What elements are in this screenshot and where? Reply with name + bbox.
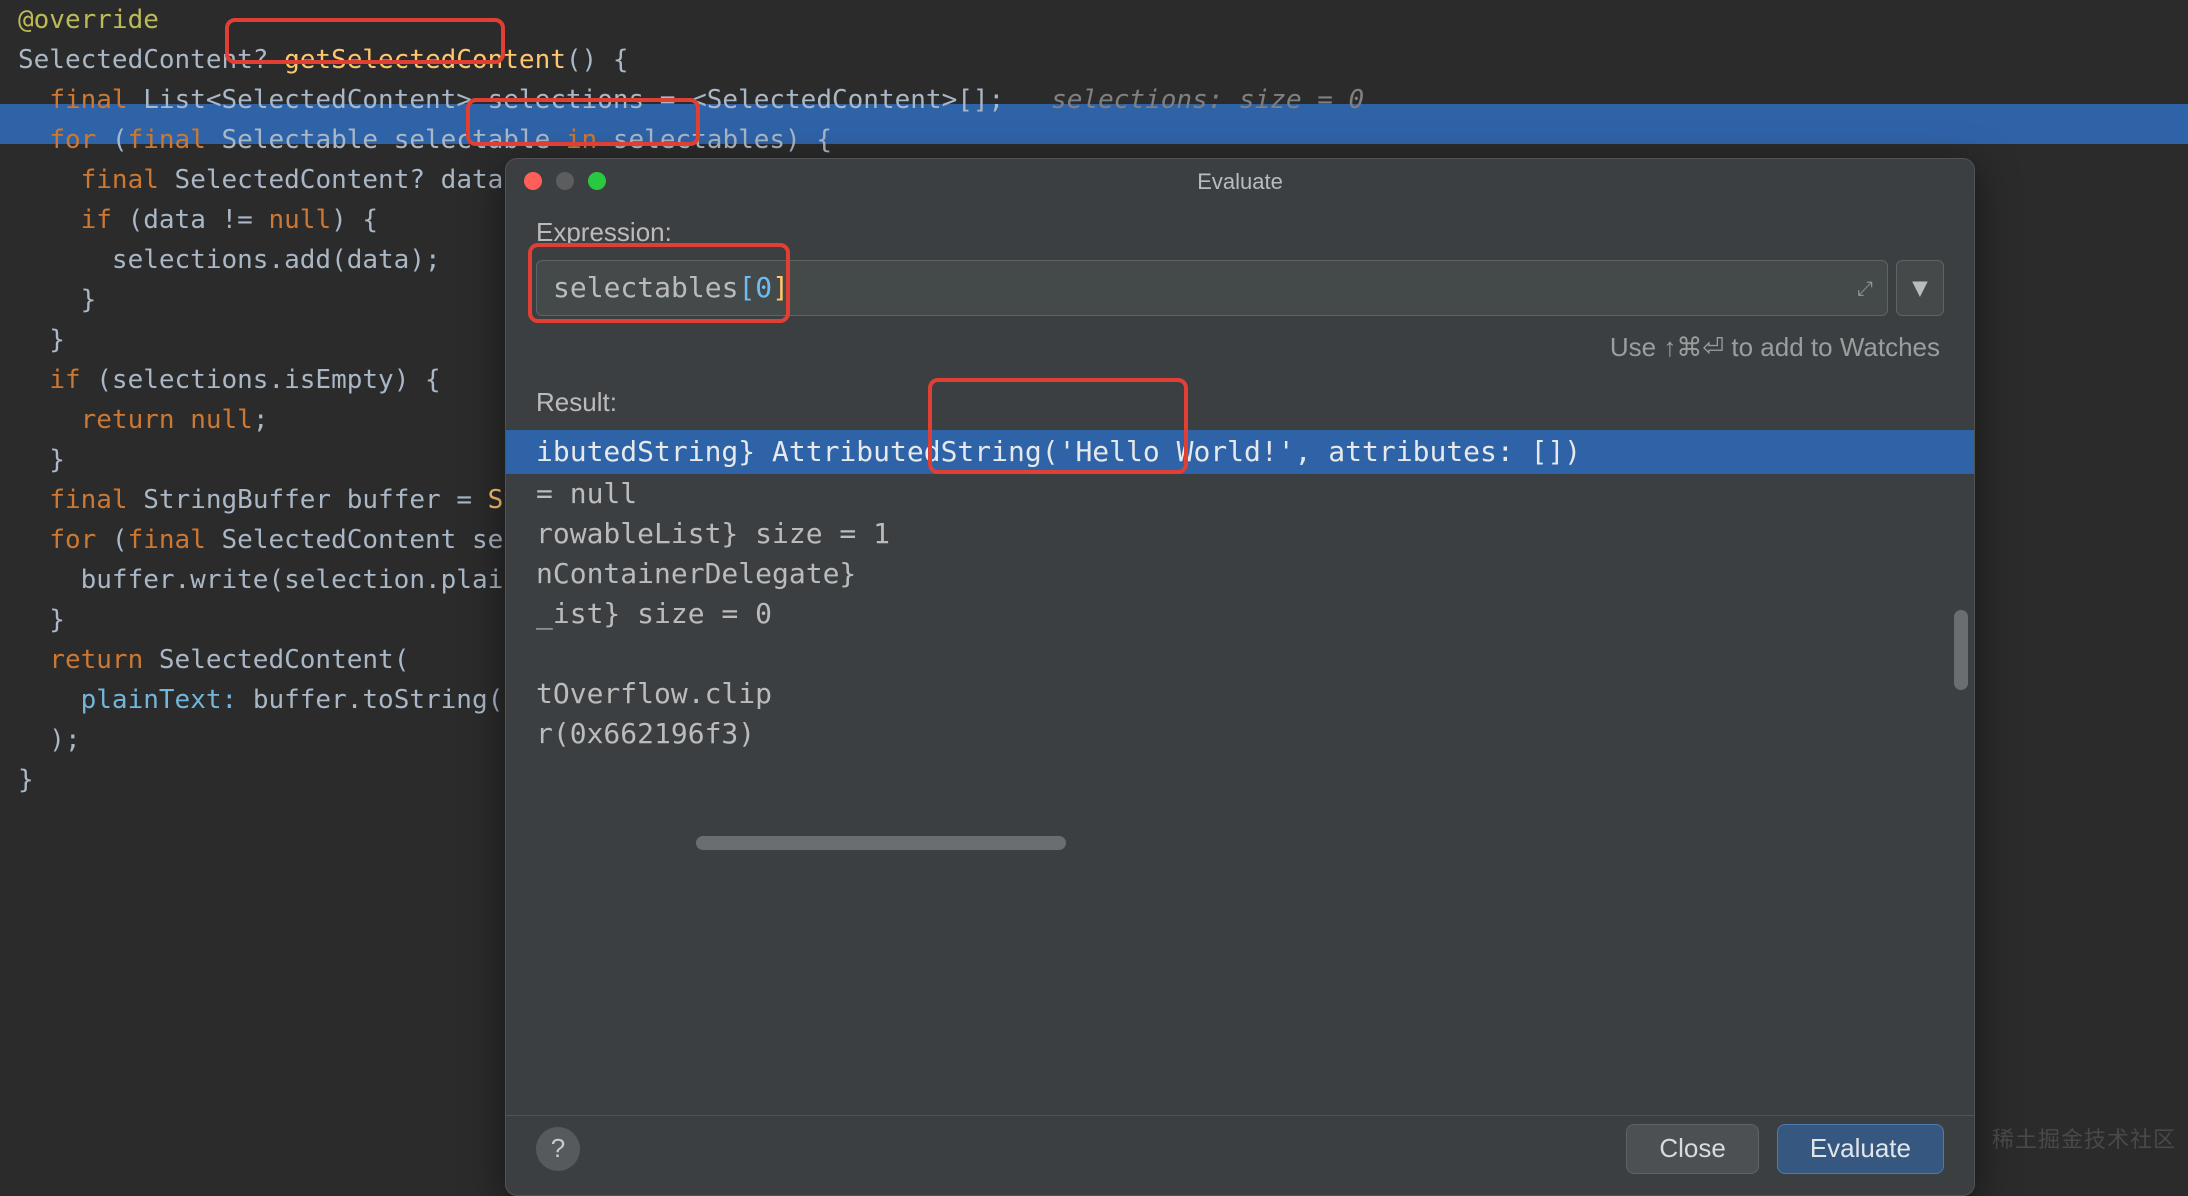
expand-icon[interactable]: ⤢ <box>1857 273 1873 303</box>
result-row[interactable]: tOverflow.clip <box>506 674 1974 714</box>
titlebar: Evaluate <box>506 159 1974 203</box>
result-row[interactable]: _ist} size = 0 <box>506 594 1974 634</box>
result-row-selected[interactable]: ibutedString} AttributedString('Hello Wo… <box>506 430 1974 474</box>
result-row[interactable]: nContainerDelegate} <box>506 554 1974 594</box>
result-row <box>506 634 1974 674</box>
expression-input[interactable]: selectables[0] ⤢ <box>536 260 1888 316</box>
code-line: for (final Selectable selectable in sele… <box>18 120 2188 160</box>
expression-label: Expression: <box>536 213 1944 252</box>
horizontal-scrollbar[interactable] <box>696 836 1596 854</box>
watches-hint: Use ↑⌘⏎ to add to Watches <box>536 328 1940 367</box>
help-button[interactable]: ? <box>536 1127 580 1171</box>
result-label: Result: <box>536 383 1944 422</box>
expression-history-dropdown[interactable]: ▼ <box>1896 260 1944 316</box>
result-row[interactable]: rowableList} size = 1 <box>506 514 1974 554</box>
result-row[interactable]: = null <box>506 474 1974 514</box>
vertical-scrollbar[interactable] <box>1954 610 1968 690</box>
code-line: @override <box>18 0 2188 40</box>
code-line: final List<SelectedContent> selections =… <box>18 80 2188 120</box>
evaluate-dialog: Evaluate Expression: selectables[0] ⤢ ▼ … <box>505 158 1975 1196</box>
result-row[interactable]: r(0x662196f3) <box>506 714 1974 754</box>
result-tree[interactable]: ibutedString} AttributedString('Hello Wo… <box>506 430 1974 860</box>
close-button[interactable]: Close <box>1626 1124 1758 1174</box>
dialog-title: Evaluate <box>506 165 1974 198</box>
chevron-down-icon: ▼ <box>1912 269 1928 308</box>
evaluate-button[interactable]: Evaluate <box>1777 1124 1944 1174</box>
code-line: SelectedContent? getSelectedContent() { <box>18 40 2188 80</box>
